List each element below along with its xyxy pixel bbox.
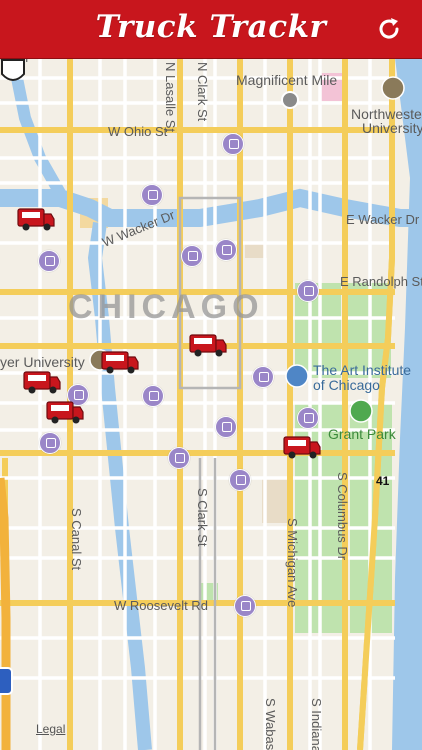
app-header: Truck Trackr [0, 0, 422, 59]
street-label-canal: S Canal St [69, 508, 84, 571]
place-label-art-institute-1: The Art Institute [313, 362, 412, 378]
place-label-northwestern-2: University [362, 120, 422, 136]
place-label-magnificent-mile: Magnificent Mile [236, 72, 338, 88]
street-label-clark-n: N Clark St [195, 62, 210, 122]
transit-station-icon[interactable] [222, 133, 244, 155]
food-truck-icon[interactable] [16, 205, 56, 233]
place-label-art-institute-2: of Chicago [313, 377, 380, 393]
city-label: CHICAGO [68, 288, 264, 326]
street-label-michigan: S Michigan Ave [285, 518, 300, 608]
transit-station-icon[interactable] [297, 407, 319, 429]
transit-station-icon[interactable] [215, 416, 237, 438]
transit-station-icon[interactable] [181, 245, 203, 267]
street-label-lasalle: N Lasalle St [163, 62, 178, 133]
legal-link[interactable]: Legal [36, 722, 65, 736]
highway-number: 41 [376, 474, 390, 488]
transit-station-icon[interactable] [142, 385, 164, 407]
street-label-columbus: S Columbus Dr [335, 472, 350, 561]
street-label-randolph: E Randolph St [340, 274, 422, 289]
transit-station-icon[interactable] [229, 469, 251, 491]
food-truck-icon[interactable] [188, 331, 228, 359]
transit-station-icon[interactable] [297, 280, 319, 302]
transit-station-icon[interactable] [252, 366, 274, 388]
street-label-wabash: S Wabash [263, 698, 278, 750]
street-label-ohio: W Ohio St [108, 124, 168, 139]
food-truck-icon[interactable] [100, 348, 140, 376]
transit-station-icon[interactable] [234, 595, 256, 617]
transit-station-icon[interactable] [141, 184, 163, 206]
transit-station-icon[interactable] [215, 239, 237, 261]
street-label-wacker-e: E Wacker Dr [346, 212, 420, 227]
food-truck-icon[interactable] [22, 368, 62, 396]
street-label-clark-s: S Clark St [195, 488, 210, 547]
place-label-grant-park: Grant Park [328, 426, 396, 442]
food-truck-icon[interactable] [282, 433, 322, 461]
transit-station-icon[interactable] [38, 250, 60, 272]
highway-shield-icon [0, 59, 25, 81]
transit-station-icon[interactable] [39, 432, 61, 454]
app-title: Truck Trackr [95, 9, 327, 45]
street-label-indiana: S Indiana [309, 698, 324, 750]
street-label-roosevelt: W Roosevelt Rd [114, 598, 208, 613]
transit-station-icon[interactable] [168, 447, 190, 469]
refresh-icon[interactable] [374, 14, 404, 44]
map-view[interactable]: W Ohio St W Wacker Dr E Wacker Dr E Rand… [0, 58, 422, 750]
food-truck-icon[interactable] [45, 398, 85, 426]
